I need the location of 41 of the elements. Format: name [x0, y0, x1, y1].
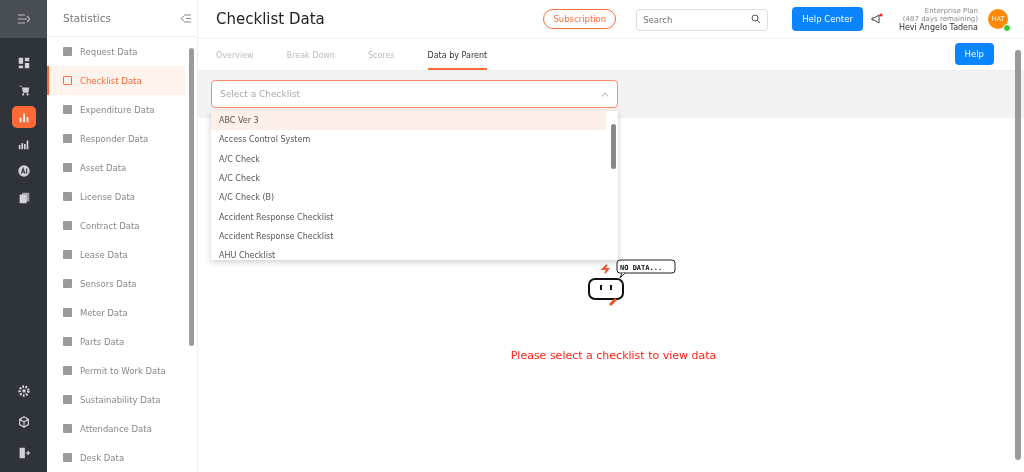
sidebar-item[interactable]: Attendance Data: [47, 414, 185, 443]
sidebar-item[interactable]: Permit to Work Data: [47, 356, 185, 385]
help-button[interactable]: Help: [954, 43, 994, 65]
sidebar-item[interactable]: Checklist Data: [47, 66, 185, 95]
search-icon[interactable]: [751, 14, 762, 24]
sidebar-item[interactable]: Lease Data: [47, 240, 185, 269]
expand-menu-icon[interactable]: [17, 14, 30, 24]
dropdown-option[interactable]: Accident Response Checklist: [211, 226, 606, 247]
caret-icon: [601, 91, 609, 97]
sidebar-title: Statistics: [63, 12, 111, 24]
sidebar-item[interactable]: Expenditure Data: [47, 95, 185, 124]
sidebar-item[interactable]: Sensors Data: [47, 269, 185, 298]
sidebar-item[interactable]: Meter Data: [47, 298, 185, 327]
user-name: Hevi Angelo Tadena: [898, 22, 978, 32]
sidebar-item[interactable]: Asset Data: [47, 153, 185, 182]
dropdown-option[interactable]: Accident Response Checklist: [211, 207, 606, 227]
tab[interactable]: Overview: [216, 51, 271, 70]
sidebar-item[interactable]: Responder Data: [47, 124, 185, 153]
dropdown-option[interactable]: A/C Check: [211, 168, 606, 189]
tab[interactable]: Scores: [367, 51, 412, 70]
search-field[interactable]: Search: [636, 9, 769, 31]
sidebar-item[interactable]: Sustainability Data: [47, 385, 185, 414]
sidebar-item[interactable]: Desk Data: [47, 443, 185, 472]
sidebar-item[interactable]: Parts Data: [47, 327, 185, 356]
checklist-select[interactable]: Select a Checklist: [211, 80, 618, 108]
dropdown-option[interactable]: A/C Check: [211, 149, 606, 169]
sidebar-item[interactable]: Request Data: [47, 37, 185, 66]
sidebar-item[interactable]: Contract Data: [47, 211, 185, 240]
dropdown-option[interactable]: AHU Checklist: [211, 246, 606, 260]
dropdown-option[interactable]: Access Control System: [211, 130, 606, 150]
subscription-button[interactable]: Subscription: [543, 9, 617, 29]
dropdown-option[interactable]: ABC Ver 3: [211, 111, 606, 131]
tab[interactable]: Break Down: [286, 51, 352, 70]
collapse-icon[interactable]: [181, 13, 191, 23]
help-center-button[interactable]: Help Center: [792, 7, 863, 31]
dropdown-option[interactable]: A/C Check (B): [211, 188, 606, 208]
page-title: Checklist Data: [215, 10, 326, 28]
empty-message: Please select a checklist to view data: [510, 349, 717, 362]
sidebar-item[interactable]: License Data: [47, 182, 185, 211]
megaphone-icon[interactable]: [870, 13, 883, 25]
chart-icon[interactable]: [11, 106, 36, 128]
